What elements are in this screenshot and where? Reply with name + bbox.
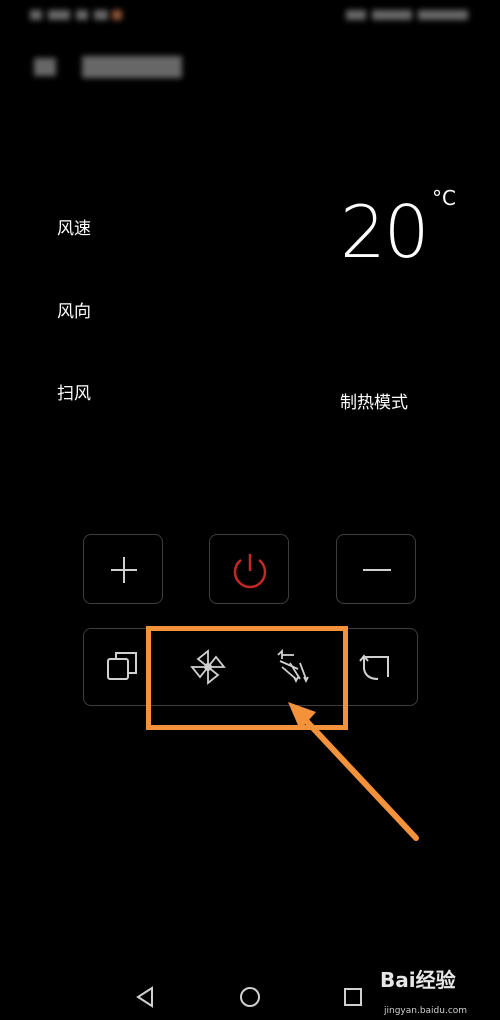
wind-direction-label: 风向 [57,302,91,322]
baidu-watermark: Bai经验 jingyan.baidu.com [380,964,467,1016]
mode-label: 制热模式 [340,393,408,413]
mode-icon [107,652,137,680]
wind-speed-label: 风速 [57,219,91,239]
minus-button[interactable] [336,534,416,604]
rotate-icon [359,654,389,680]
back-nav-button[interactable] [132,985,160,1009]
arrow-annotation [288,702,419,841]
swing-label: 扫风 [57,384,91,404]
temperature-value: 20 [340,190,430,274]
minus-icon [363,569,391,571]
plus-icon [111,557,137,583]
watermark-url: jingyan.baidu.com [384,1006,468,1016]
home-nav-button[interactable] [236,985,264,1009]
recents-nav-button[interactable] [340,985,368,1009]
rotate-button[interactable] [354,645,402,689]
watermark-brand: Bai经验 [380,968,456,992]
power-button[interactable] [209,534,289,604]
power-icon [233,554,267,589]
temperature-unit: °C [432,186,456,210]
plus-button[interactable] [83,534,163,604]
mode-button[interactable] [100,645,148,689]
